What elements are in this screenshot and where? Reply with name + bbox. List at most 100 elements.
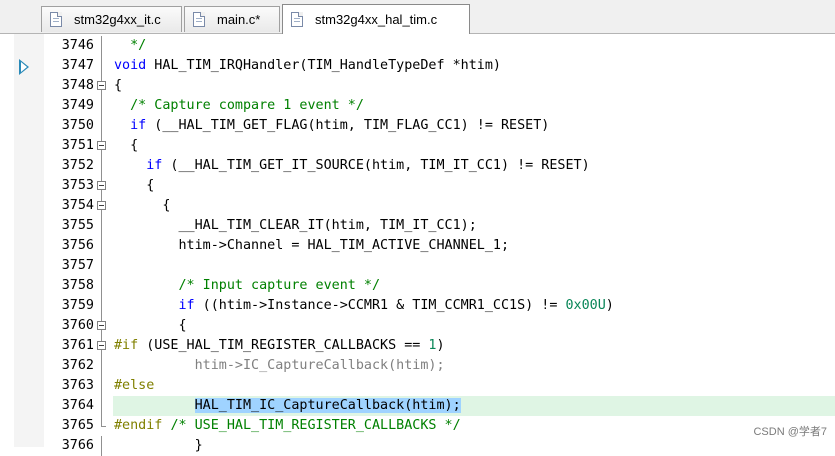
line-number: 3760	[61, 318, 94, 333]
tab-stm32g4xx-hal-tim[interactable]: stm32g4xx_hal_tim.c	[282, 4, 470, 34]
code-text: {	[114, 316, 187, 336]
code-token: #if	[114, 338, 139, 353]
code-text: {	[114, 76, 122, 96]
code-line[interactable]: 3760 {	[0, 316, 835, 336]
code-token: )	[605, 298, 614, 313]
code-text: #else	[114, 376, 154, 396]
code-text: {	[114, 136, 138, 156]
code-text: void HAL_TIM_IRQHandler(TIM_HandleTypeDe…	[114, 56, 501, 76]
code-line[interactable]: 3752 if (__HAL_TIM_GET_IT_SOURCE(htim, T…	[0, 156, 835, 176]
code-line[interactable]: 3757	[0, 256, 835, 276]
code-token: ((htim->Instance->CCMR1 & TIM_CCMR1_CC1S…	[194, 298, 566, 313]
code-token: if	[130, 118, 147, 133]
line-number: 3764	[61, 398, 94, 413]
line-number: 3749	[61, 98, 94, 113]
code-line[interactable]: 3747 void HAL_TIM_IRQHandler(TIM_HandleTy…	[0, 56, 835, 76]
code-line[interactable]: 3749 /* Capture compare 1 event */	[0, 96, 835, 116]
line-number: 3747	[61, 58, 94, 73]
code-editor[interactable]: 3746 */ 3747 void HAL_TIM_IRQHandler(TIM_H…	[0, 36, 835, 456]
line-number: 3762	[61, 358, 94, 373]
line-number: 3759	[61, 298, 94, 313]
tab-label: stm32g4xx_it.c	[74, 12, 161, 27]
code-line[interactable]: 3766 }	[0, 436, 835, 456]
line-number: 3766	[61, 438, 94, 453]
code-text: /* Input capture event */	[114, 276, 381, 296]
code-line[interactable]: 3746 */	[0, 36, 835, 56]
line-number: 3755	[61, 218, 94, 233]
code-text: __HAL_TIM_CLEAR_IT(htim, TIM_IT_CC1);	[114, 216, 477, 236]
line-number: 3757	[61, 258, 94, 273]
code-text: */	[114, 36, 146, 56]
code-text: if (__HAL_TIM_GET_FLAG(htim, TIM_FLAG_CC…	[114, 116, 549, 136]
code-text: }	[114, 436, 203, 456]
file-icon	[291, 12, 303, 27]
code-line[interactable]: 3759 if ((htim->Instance->CCMR1 & TIM_CC…	[0, 296, 835, 316]
line-number: 3765	[61, 418, 94, 433]
code-line[interactable]: 3754 {	[0, 196, 835, 216]
line-number: 3752	[61, 158, 94, 173]
line-number: 3746	[61, 38, 94, 53]
code-line[interactable]: 3755 __HAL_TIM_CLEAR_IT(htim, TIM_IT_CC1…	[0, 216, 835, 236]
code-line[interactable]: 3748 {	[0, 76, 835, 96]
code-text: {	[114, 196, 170, 216]
code-token: #endif	[114, 418, 163, 433]
code-line[interactable]: 3758 /* Input capture event */	[0, 276, 835, 296]
code-token: )	[436, 338, 445, 353]
line-number: 3748	[61, 78, 94, 93]
code-line[interactable]: 3753 {	[0, 176, 835, 196]
code-token: (USE_HAL_TIM_REGISTER_CALLBACKS ==	[138, 338, 429, 353]
code-line[interactable]: 3762 htim->IC_CaptureCallback(htim);	[0, 356, 835, 376]
tab-stm32g4xx-it[interactable]: stm32g4xx_it.c	[41, 6, 182, 32]
code-token: /* Capture compare 1 event */	[130, 98, 364, 113]
fold-collapse-icon[interactable]	[97, 181, 106, 190]
fold-collapse-icon[interactable]	[97, 341, 106, 350]
line-number: 3753	[61, 178, 94, 193]
fold-collapse-icon[interactable]	[97, 321, 106, 330]
line-number: 3754	[61, 198, 94, 213]
code-token: if	[178, 298, 195, 313]
file-icon	[50, 12, 62, 27]
watermark: CSDN @学者7	[753, 426, 827, 438]
code-token: 0x00U	[565, 298, 606, 313]
code-token: void	[114, 58, 147, 73]
code-token: __HAL_TIM_CLEAR_IT(htim, TIM_IT_CC1);	[114, 218, 477, 233]
code-text: /* Capture compare 1 event */	[114, 96, 364, 116]
code-token: if	[146, 158, 163, 173]
line-number: 3758	[61, 278, 94, 293]
code-token: {	[114, 318, 187, 333]
fold-collapse-icon[interactable]	[97, 81, 106, 90]
line-number: 3763	[61, 378, 94, 393]
fold-collapse-icon[interactable]	[97, 201, 106, 210]
code-token: htim->IC_CaptureCallback(htim);	[114, 358, 445, 373]
code-line[interactable]: 3751 {	[0, 136, 835, 156]
code-text: #endif /* USE_HAL_TIM_REGISTER_CALLBACKS…	[114, 416, 461, 436]
tab-bar: stm32g4xx_it.c main.c* stm32g4xx_hal_tim…	[0, 0, 835, 34]
line-number: 3761	[61, 338, 94, 353]
fold-collapse-icon[interactable]	[97, 141, 106, 150]
code-token: {	[114, 78, 123, 93]
code-line[interactable]: 3750 if (__HAL_TIM_GET_FLAG(htim, TIM_FL…	[0, 116, 835, 136]
code-token: HAL_TIM_IRQHandler(TIM_HandleTypeDef *ht…	[146, 58, 501, 73]
line-number: 3756	[61, 238, 94, 253]
code-token: HAL_TIM_IC_CaptureCallback(htim);	[194, 398, 461, 413]
tab-main[interactable]: main.c*	[184, 6, 280, 32]
tab-label: stm32g4xx_hal_tim.c	[315, 12, 438, 27]
code-line[interactable]: 3765 #endif /* USE_HAL_TIM_REGISTER_CALLB…	[0, 416, 835, 436]
code-token: #else	[114, 378, 155, 393]
code-text: HAL_TIM_IC_CaptureCallback(htim);	[114, 396, 461, 416]
code-line[interactable]: 3756 htim->Channel = HAL_TIM_ACTIVE_CHAN…	[0, 236, 835, 256]
code-text: #if (USE_HAL_TIM_REGISTER_CALLBACKS == 1…	[114, 336, 445, 356]
code-line[interactable]: 3763 #else	[0, 376, 835, 396]
file-icon	[193, 12, 205, 27]
code-token: {	[114, 138, 139, 153]
code-line[interactable]: 3761 #if (USE_HAL_TIM_REGISTER_CALLBACKS …	[0, 336, 835, 356]
line-number: 3751	[61, 138, 94, 153]
code-token: }	[114, 438, 203, 453]
code-line[interactable]: 3764 HAL_TIM_IC_CaptureCallback(htim);	[0, 396, 835, 416]
